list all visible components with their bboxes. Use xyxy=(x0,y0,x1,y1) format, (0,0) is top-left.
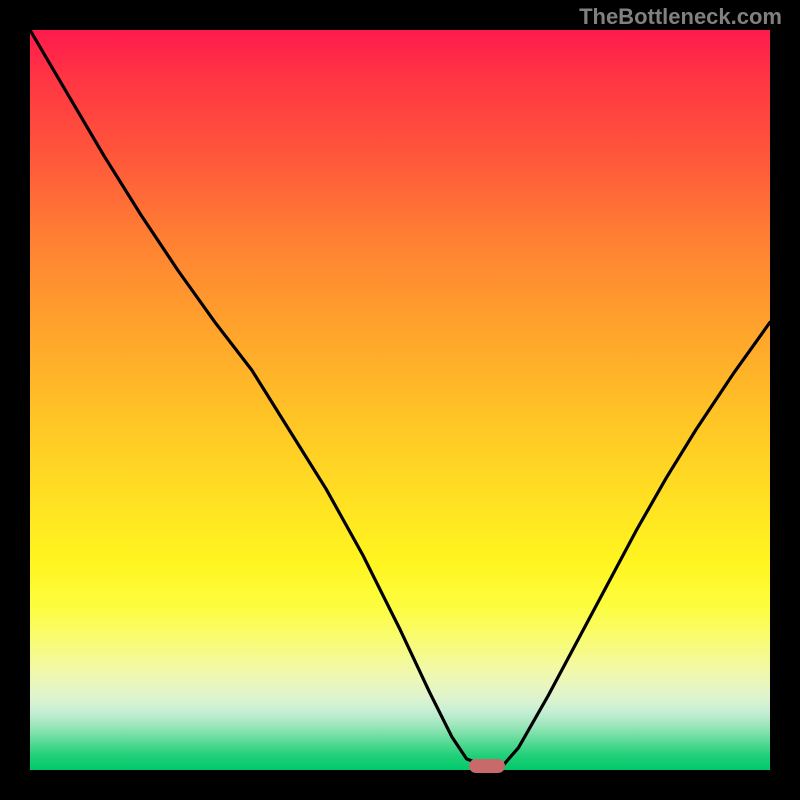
bottleneck-curve xyxy=(30,30,770,770)
plot-area xyxy=(30,30,770,770)
watermark-text: TheBottleneck.com xyxy=(579,4,782,30)
chart-frame: TheBottleneck.com xyxy=(0,0,800,800)
optimum-marker xyxy=(469,759,505,773)
